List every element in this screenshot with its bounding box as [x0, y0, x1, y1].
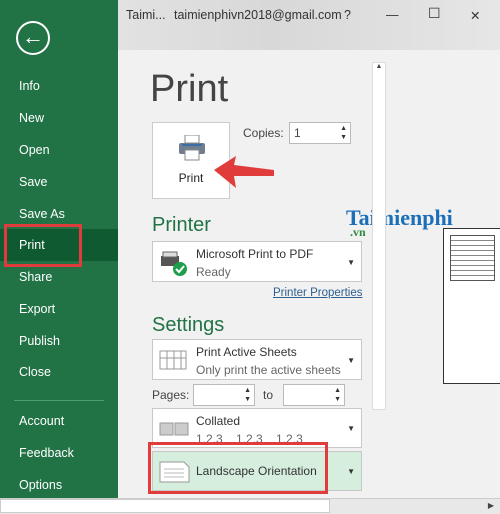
maximize-icon[interactable]: ☐ [428, 5, 441, 22]
sidebar-item-publish[interactable]: Publish [0, 325, 118, 357]
print-preview-page [443, 228, 500, 384]
back-arrow-icon[interactable]: ← [16, 21, 50, 55]
account-email[interactable]: taimienphivn2018@gmail.com [174, 8, 342, 22]
settings-scrollbar[interactable]: ▲ [372, 62, 386, 410]
sidebar-item-account[interactable]: Account [0, 405, 118, 437]
chevron-down-icon: ▼ [347, 467, 355, 477]
pages-from-spinner[interactable]: ▲ ▼ [244, 386, 251, 404]
pages-to-label: to [263, 388, 274, 402]
help-icon[interactable]: ? [344, 8, 351, 22]
sidebar-item-close[interactable]: Close [0, 356, 118, 388]
settings-heading: Settings [152, 314, 225, 336]
scroll-right-icon[interactable]: ▶ [488, 501, 494, 510]
chevron-down-icon: ▼ [347, 424, 355, 434]
chevron-down-icon: ▼ [347, 355, 355, 365]
pages-from-input[interactable]: ▲ ▼ [193, 384, 255, 406]
print-highlight-box [4, 224, 82, 267]
document-name: Taimi... [126, 8, 166, 22]
orientation-highlight-box [148, 442, 328, 494]
preview-table [450, 235, 495, 281]
copies-input[interactable]: 1 ▲ ▼ [289, 122, 351, 144]
print-what-subtitle: Only print the active sheets [196, 363, 341, 377]
printer-heading: Printer [152, 214, 211, 236]
pages-to-input[interactable]: ▲ ▼ [283, 384, 345, 406]
horizontal-scrollbar[interactable]: ▶ [0, 498, 500, 514]
close-icon[interactable]: ✕ [470, 8, 480, 23]
sidebar-divider [14, 400, 104, 401]
pages-to-spinner[interactable]: ▲ ▼ [334, 386, 341, 404]
pages-label: Pages: [152, 388, 190, 402]
printer-dropdown[interactable]: Microsoft Print to PDF Ready ▼ [152, 241, 362, 282]
sidebar-item-export[interactable]: Export [0, 293, 118, 325]
collated-title: Collated [196, 414, 241, 428]
sidebar-item-options[interactable]: Options [0, 469, 118, 501]
minimize-icon[interactable]: — [386, 8, 399, 22]
copies-spinner[interactable]: ▲ ▼ [340, 124, 347, 142]
sidebar-item-new[interactable]: New [0, 102, 118, 134]
scroll-up-icon[interactable]: ▲ [373, 63, 385, 70]
page-title: Print [150, 68, 229, 110]
printer-status: Ready [196, 265, 231, 279]
sidebar-item-open[interactable]: Open [0, 134, 118, 166]
printer-properties-link[interactable]: Printer Properties [273, 287, 362, 299]
copies-label: Copies: [243, 126, 284, 140]
printer-name: Microsoft Print to PDF [196, 247, 314, 261]
collated-icon [159, 422, 189, 436]
copies-value: 1 [294, 126, 301, 140]
sidebar-item-feedback[interactable]: Feedback [0, 437, 118, 469]
sidebar-item-save[interactable]: Save [0, 166, 118, 198]
print-what-dropdown[interactable]: Print Active Sheets Only print the activ… [152, 339, 362, 380]
title-bar: Taimi... taimienphivn2018@gmail.com ? — … [118, 0, 500, 50]
watermark-logo: Taimienphi .vn [346, 205, 453, 239]
printer-icon [179, 135, 205, 161]
scroll-thumb[interactable] [0, 499, 330, 513]
red-arrow-annotation [214, 156, 274, 188]
print-what-title: Print Active Sheets [196, 345, 297, 359]
sheet-grid-icon [159, 350, 187, 370]
sidebar-item-info[interactable]: Info [0, 70, 118, 102]
printer-ready-icon [161, 251, 187, 276]
chevron-down-icon: ▼ [347, 257, 355, 267]
